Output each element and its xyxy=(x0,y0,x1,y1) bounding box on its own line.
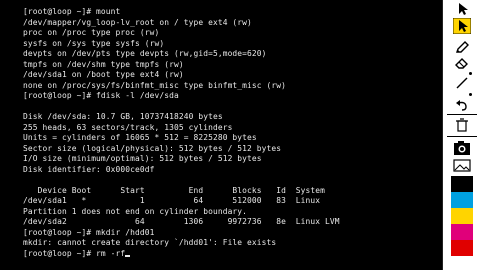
terminal-cursor xyxy=(125,255,131,257)
color-swatch[interactable] xyxy=(451,208,473,224)
terminal-line: none on /proc/sys/fs/binfmt_misc type bi… xyxy=(23,81,340,92)
line-icon[interactable] xyxy=(443,76,480,90)
color-swatch[interactable] xyxy=(451,240,473,256)
terminal-line-text: [root@loop ~]# fdisk -l /dev/sda xyxy=(23,91,179,100)
terminal-output: [root@loop ~]# mount/dev/mapper/vg_loop-… xyxy=(23,7,340,259)
terminal-line-text: Disk identifier: 0x000ce0df xyxy=(23,164,155,174)
terminal-line: Units = cylinders of 16065 * 512 = 82252… xyxy=(23,133,340,144)
terminal-line-text: 255 heads, 63 sectors/track, 1305 cylind… xyxy=(23,122,233,132)
terminal-line-text: /dev/sda2 64 1306 9972736 8e Linux LVM xyxy=(23,217,340,226)
terminal-line-text: Device Boot Start End Blocks Id System xyxy=(23,185,325,195)
annotation-toolbar xyxy=(442,0,480,270)
terminal-line: devpts on /dev/pts type devpts (rw,gid=5… xyxy=(23,49,340,60)
terminal-line-text: sysfs on /sys type sysfs (rw) xyxy=(23,38,165,48)
terminal-line-text: Units = cylinders of 16065 * 512 = 82252… xyxy=(23,133,257,142)
terminal-line-text: [root@loop ~]# mkdir /hdd01 xyxy=(23,227,155,237)
camera-icon[interactable] xyxy=(443,140,480,156)
terminal-line: /dev/sda2 64 1306 9972736 8e Linux LVM xyxy=(23,217,340,228)
image-icon[interactable] xyxy=(443,158,480,172)
terminal-line: proc on /proc type proc (rw) xyxy=(23,28,340,39)
terminal-line: [root@loop ~]# rm -rf xyxy=(23,249,340,260)
terminal-line: Disk /dev/sda: 10.7 GB, 10737418240 byte… xyxy=(23,112,340,123)
trash-icon[interactable] xyxy=(443,118,480,132)
terminal-line: Sector size (logical/physical): 512 byte… xyxy=(23,144,340,155)
terminal-line: /dev/sda1 * 1 64 512000 83 Linux xyxy=(23,196,340,207)
terminal-line: mkdir: cannot create directory `/hdd01':… xyxy=(23,238,340,249)
terminal-line: 255 heads, 63 sectors/track, 1305 cylind… xyxy=(23,123,340,134)
terminal-line: /dev/sda1 on /boot type ext4 (rw) xyxy=(23,70,340,81)
terminal-line-text: devpts on /dev/pts type devpts (rw,gid=5… xyxy=(23,49,267,58)
terminal-line: sysfs on /sys type sysfs (rw) xyxy=(23,39,340,50)
color-swatch[interactable] xyxy=(451,192,473,208)
terminal-line-text: /dev/mapper/vg_loop-lv_root on / type ex… xyxy=(23,17,252,27)
pen-icon[interactable] xyxy=(443,40,480,54)
cursor-icon[interactable] xyxy=(443,2,480,16)
terminal-line-text: I/O size (minimum/optimal): 512 bytes / … xyxy=(23,154,262,163)
terminal-window[interactable]: [root@loop ~]# mount/dev/mapper/vg_loop-… xyxy=(0,0,442,270)
terminal-line-text: /dev/sda1 * 1 64 512000 83 Linux xyxy=(23,196,321,205)
color-swatch[interactable] xyxy=(451,224,473,240)
terminal-line-text: tmpfs on /dev/shm type tmpfs (rw) xyxy=(23,59,184,69)
terminal-line-text: Disk /dev/sda: 10.7 GB, 10737418240 byte… xyxy=(23,112,223,121)
terminal-line: Partition 1 does not end on cylinder bou… xyxy=(23,207,340,218)
terminal-line: Disk identifier: 0x000ce0df xyxy=(23,165,340,176)
terminal-line-text: /dev/sda1 on /boot type ext4 (rw) xyxy=(23,70,184,79)
terminal-line-text: Partition 1 does not end on cylinder bou… xyxy=(23,206,248,216)
terminal-line: [root@loop ~]# mount xyxy=(23,7,340,18)
color-swatch[interactable] xyxy=(451,176,473,192)
terminal-line: /dev/mapper/vg_loop-lv_root on / type ex… xyxy=(23,18,340,29)
terminal-line-text: [root@loop ~]# mount xyxy=(23,7,121,16)
terminal-line: [root@loop ~]# mkdir /hdd01 xyxy=(23,228,340,239)
terminal-line: Device Boot Start End Blocks Id System xyxy=(23,186,340,197)
terminal-line-text: Sector size (logical/physical): 512 byte… xyxy=(23,143,282,153)
undo-icon[interactable] xyxy=(443,98,480,112)
terminal-line: [root@loop ~]# fdisk -l /dev/sda xyxy=(23,91,340,102)
terminal-line-text: mkdir: cannot create directory `/hdd01':… xyxy=(23,238,277,247)
terminal-line-text: proc on /proc type proc (rw) xyxy=(23,28,160,37)
terminal-line: tmpfs on /dev/shm type tmpfs (rw) xyxy=(23,60,340,71)
terminal-line-text: none on /proc/sys/fs/binfmt_misc type bi… xyxy=(23,80,287,90)
terminal-line: I/O size (minimum/optimal): 512 bytes / … xyxy=(23,154,340,165)
terminal-line-text: [root@loop ~]# rm -rf xyxy=(23,248,126,258)
eraser-icon[interactable] xyxy=(443,56,480,70)
highlight-arrow-icon[interactable] xyxy=(443,18,480,34)
